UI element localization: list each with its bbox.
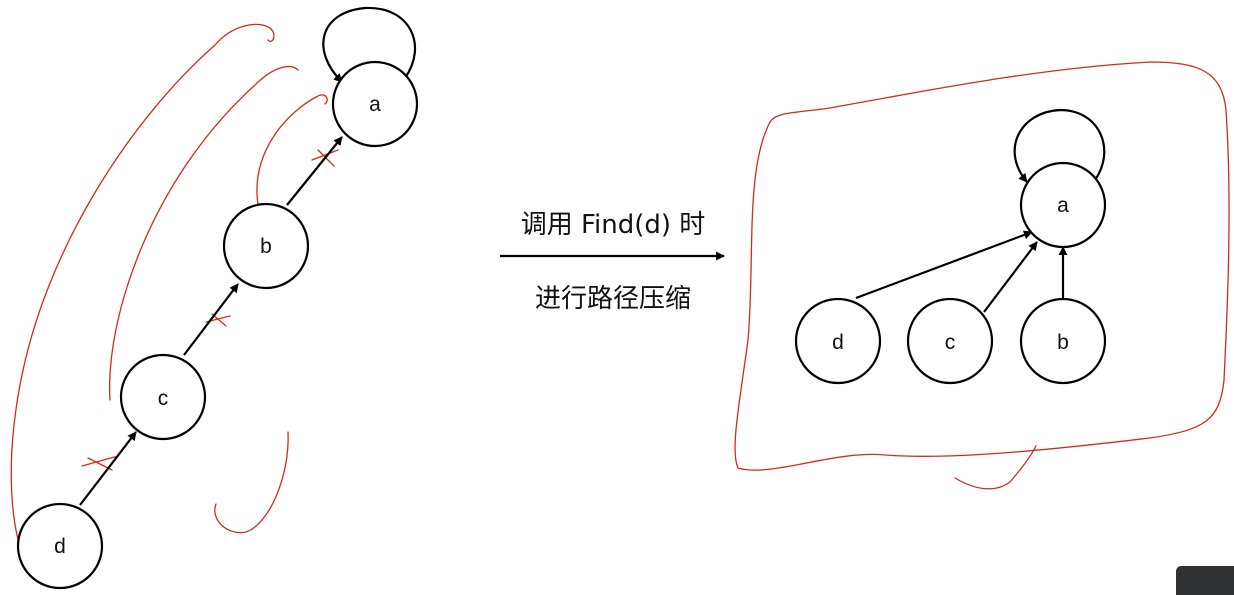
corner-control-button[interactable]: [1176, 566, 1234, 595]
node-d-after[interactable]: d: [794, 297, 882, 385]
ink-outline-box: [734, 61, 1230, 471]
node-label: c: [158, 387, 169, 410]
node-label: d: [54, 535, 66, 558]
before-tree: a b c d: [16, 6, 419, 590]
edge-c-to-a: [983, 241, 1038, 313]
ink-hook-lower: [214, 431, 289, 534]
after-tree: a d c b: [794, 108, 1107, 385]
node-a-after[interactable]: a: [1019, 161, 1107, 249]
node-label: a: [1057, 194, 1069, 217]
ink-arc-b-to-a: [256, 94, 328, 206]
node-label: b: [1057, 331, 1069, 354]
node-c-after[interactable]: c: [906, 297, 994, 385]
right-annotations: [734, 61, 1230, 490]
caption-line-1: 调用 Find(d) 时: [520, 210, 706, 240]
node-label: a: [369, 93, 381, 116]
node-b-after[interactable]: b: [1019, 297, 1107, 385]
edge-d-to-a: [855, 230, 1033, 300]
node-label: c: [945, 331, 956, 354]
node-d-before[interactable]: d: [16, 502, 104, 590]
node-label: d: [832, 331, 844, 354]
node-label: b: [260, 235, 272, 258]
edge-d-to-c: [79, 431, 137, 506]
caption-line-2: 进行路径压缩: [534, 284, 691, 314]
edge-c-to-b: [183, 283, 239, 356]
node-b-before[interactable]: b: [222, 202, 310, 290]
ink-outline-tail: [954, 445, 1037, 490]
node-a-before[interactable]: a: [331, 60, 419, 148]
left-annotations: [10, 23, 339, 566]
edge-b-to-a: [286, 136, 343, 206]
node-c-before[interactable]: c: [119, 353, 207, 441]
